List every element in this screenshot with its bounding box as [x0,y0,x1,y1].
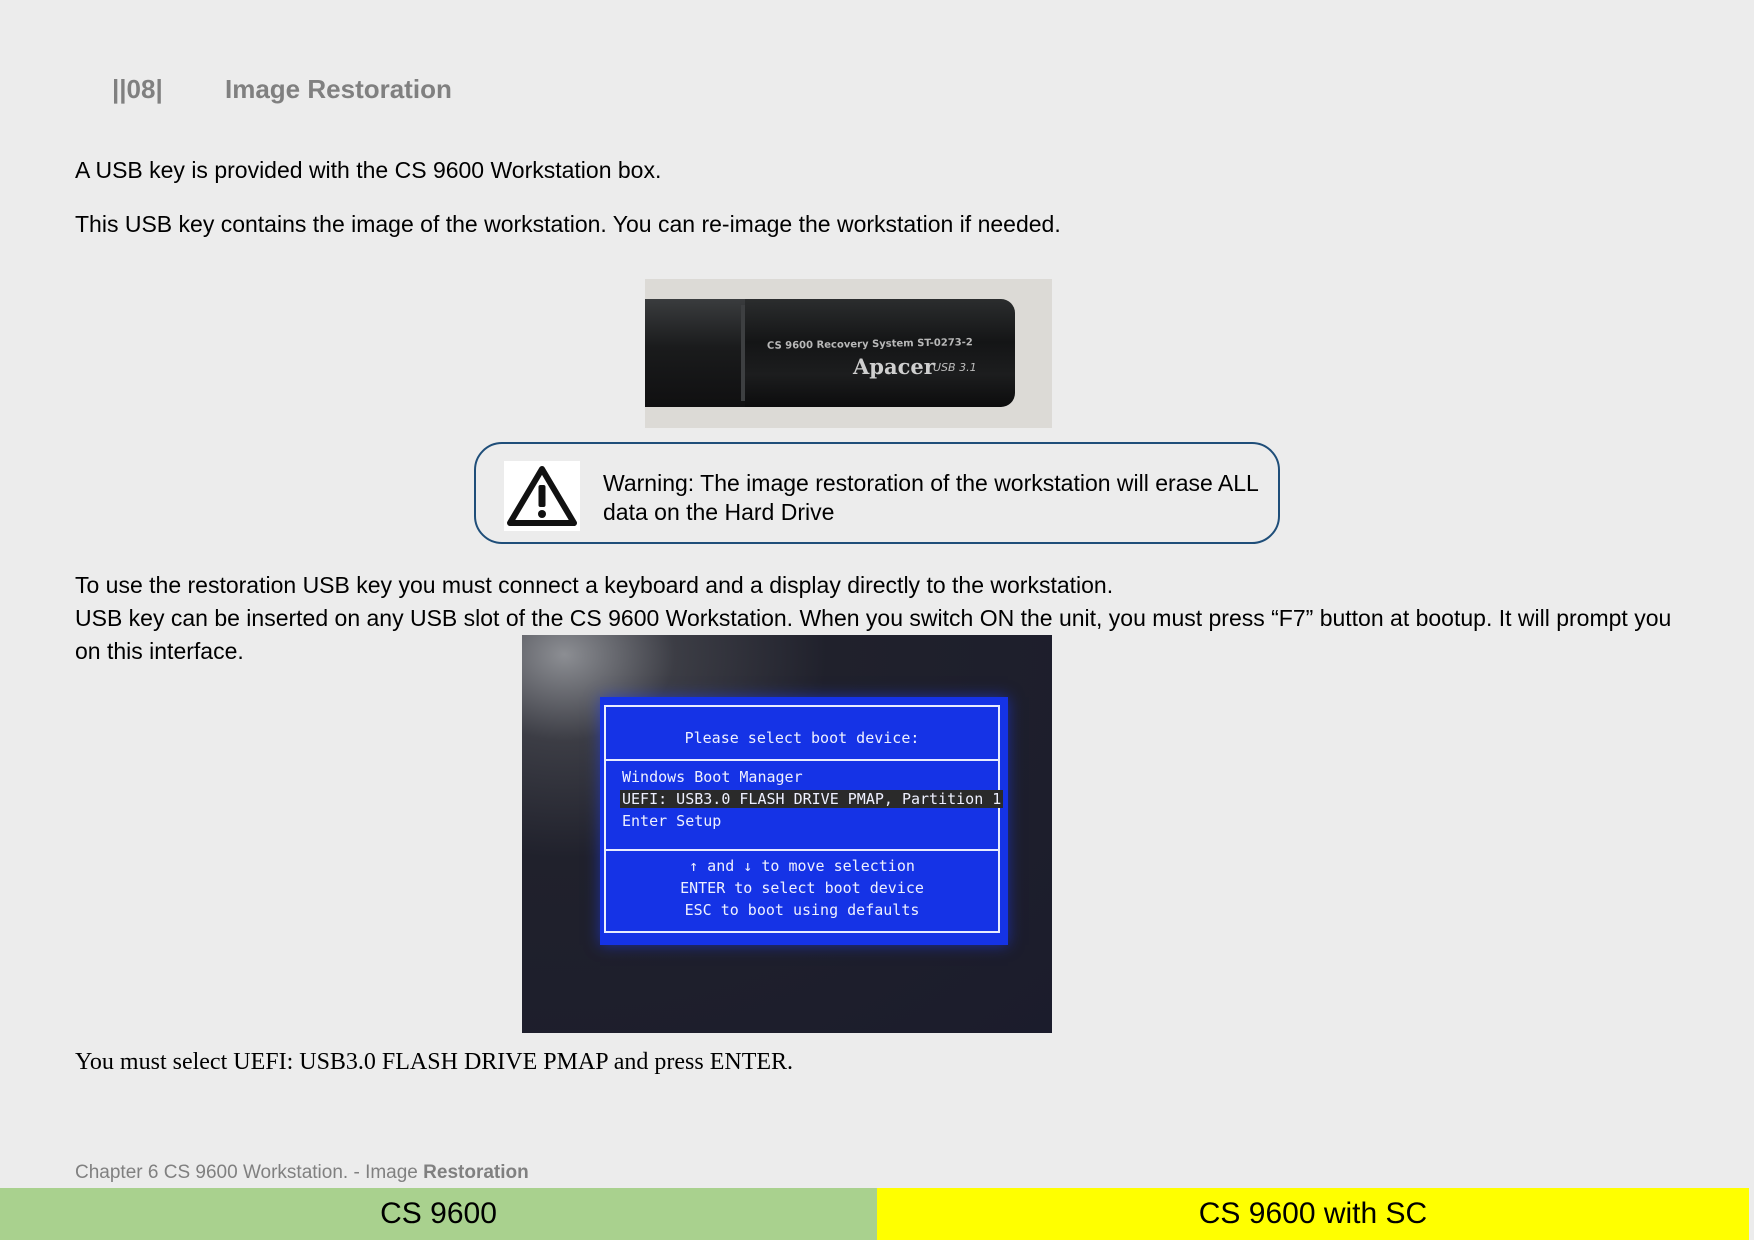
usb-key-photo: CS 9600 Recovery System ST-0273-2 Apacer… [645,279,1052,428]
boot-menu-frame: Please select boot device: Windows Boot … [604,705,1004,933]
boot-help-move: ↑ and ↓ to move selection [689,857,915,875]
paragraph-connect-keyboard: To use the restoration USB key you must … [75,572,1114,598]
boot-menu-photo: Please select boot device: Windows Boot … [522,635,1052,1033]
footer-band-cs9600-sc-label: CS 9600 with SC [1198,1197,1428,1230]
footer-chapter-title: Chapter 6 CS 9600 Workstation. [75,1162,349,1183]
boot-help-enter: ENTER to select boot device [680,879,924,897]
boot-menu-screen: Please select boot device: Windows Boot … [600,697,1008,945]
section-title: Image Restoration [225,74,452,104]
usb-key-brand: Apacer [853,354,935,379]
usb-key-cap [645,299,745,407]
boot-help-esc: ESC to boot using defaults [684,901,920,919]
final-instruction: You must select UEFI: USB3.0 FLASH DRIVE… [75,1049,794,1075]
warning-box: Warning: The image restoration of the wo… [474,442,1280,544]
boot-menu-divider-bottom [606,849,998,851]
warning-text: Warning: The image restoration of the wo… [603,470,1258,525]
footer-band-cs9600: CS 9600 [0,1188,877,1240]
section-number: ||08| [112,74,163,104]
warning-triangle-icon [504,461,580,531]
usb-key-ridge [741,305,745,401]
footer-chapter: Chapter 6 CS 9600 Workstation. - Image R… [75,1162,529,1184]
footer-band-cs9600-sc: CS 9600 with SC [877,1188,1749,1240]
boot-option-windows: Windows Boot Manager [622,768,803,786]
usb-key-version: USB 3.1 [933,361,977,374]
paragraph-usb-provided: A USB key is provided with the CS 9600 W… [75,157,662,183]
paragraph-usb-image: This USB key contains the image of the w… [75,211,1061,237]
boot-option-setup: Enter Setup [622,812,722,830]
boot-menu-divider-top [606,759,998,761]
boot-option-usb-selected: UEFI: USB3.0 FLASH DRIVE PMAP, Partition… [620,790,1004,808]
footer-section-name: Restoration [423,1162,529,1183]
boot-menu-title: Please select boot device: [684,729,920,747]
footer-separator: - Image [348,1162,424,1183]
footer-band-cs9600-label: CS 9600 [380,1197,497,1230]
